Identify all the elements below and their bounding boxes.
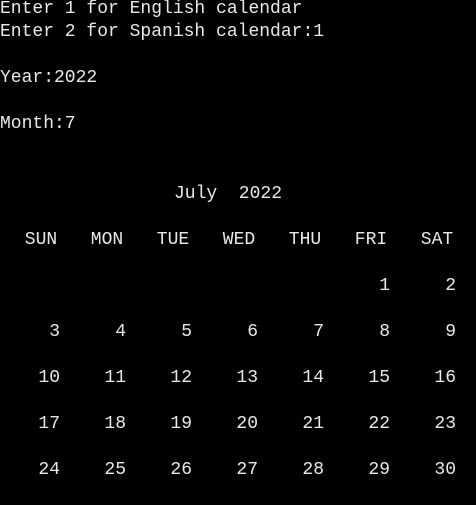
week-row-3: 10 11 12 13 14 15 16 — [8, 367, 468, 413]
day-cell: 30 — [434, 460, 456, 480]
weekday-sat: SAT — [420, 230, 454, 250]
month-line: Month:7 — [0, 114, 76, 134]
day-cell: 2 — [445, 276, 456, 296]
day-cell: 21 — [302, 414, 324, 434]
day-cell: 19 — [170, 414, 192, 434]
weekday-tue: TUE — [156, 230, 190, 250]
day-cell: 25 — [104, 460, 126, 480]
day-cell: 1 — [379, 276, 390, 296]
day-cell: 9 — [445, 322, 456, 342]
day-cell: 3 — [49, 322, 60, 342]
day-cell: 16 — [434, 368, 456, 388]
weekday-header-row: SUN MON TUE WED THU FRI SAT — [8, 229, 468, 275]
day-cell: 12 — [170, 368, 192, 388]
day-cell: 20 — [236, 414, 258, 434]
weekday-sun: SUN — [24, 230, 58, 250]
weekday-wed: WED — [222, 230, 256, 250]
prompt-english-line: Enter 1 for English calendar — [0, 0, 303, 19]
day-cell: 7 — [313, 322, 324, 342]
week-row-5: 24 25 26 27 28 29 30 — [8, 459, 468, 505]
day-cell: 8 — [379, 322, 390, 342]
prompt-spanish-line: Enter 2 for Spanish calendar:1 — [0, 22, 325, 42]
day-cell: 27 — [236, 460, 258, 480]
weekday-fri: FRI — [354, 230, 388, 250]
day-cell: 17 — [38, 414, 60, 434]
day-cell: 24 — [38, 460, 60, 480]
day-cell: 26 — [170, 460, 192, 480]
day-cell: 14 — [302, 368, 324, 388]
day-cell: 13 — [236, 368, 258, 388]
weekday-thu: THU — [288, 230, 322, 250]
weekday-mon: MON — [90, 230, 124, 250]
day-cell: 29 — [368, 460, 390, 480]
week-row-1: 1 2 — [8, 275, 468, 321]
calendar-grid: SUN MON TUE WED THU FRI SAT 1 2 3 4 5 6 … — [8, 229, 468, 505]
day-cell: 22 — [368, 414, 390, 434]
day-cell: 28 — [302, 460, 324, 480]
day-cell: 10 — [38, 368, 60, 388]
day-cell: 4 — [115, 322, 126, 342]
week-row-2: 3 4 5 6 7 8 9 — [8, 321, 468, 367]
day-cell: 15 — [368, 368, 390, 388]
day-cell: 23 — [434, 414, 456, 434]
day-cell: 6 — [247, 322, 258, 342]
day-cell: 18 — [104, 414, 126, 434]
day-cell: 5 — [181, 322, 192, 342]
day-cell: 11 — [104, 368, 126, 388]
calendar-title: July 2022 — [173, 184, 283, 204]
year-line: Year:2022 — [0, 68, 98, 88]
week-row-4: 17 18 19 20 21 22 23 — [8, 413, 468, 459]
